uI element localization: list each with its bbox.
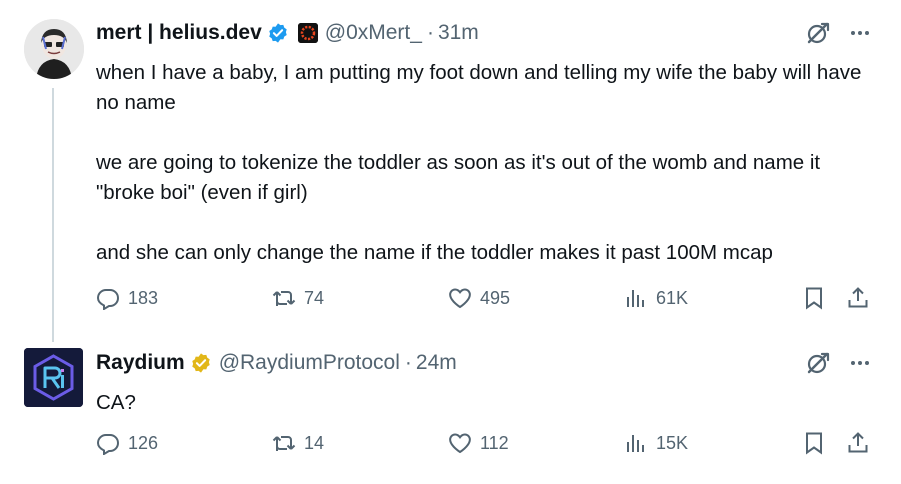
like-button[interactable]: 112 bbox=[448, 428, 509, 458]
tweet-text: when I have a baby, I am putting my foot… bbox=[96, 58, 876, 268]
gold-check-icon[interactable] bbox=[190, 352, 212, 374]
tweet-paragraph: when I have a baby, I am putting my foot… bbox=[96, 61, 862, 114]
tweet-header-actions bbox=[805, 350, 871, 376]
more-icon[interactable] bbox=[849, 22, 871, 44]
reply-icon bbox=[96, 289, 120, 310]
share-button[interactable] bbox=[846, 428, 870, 458]
tweet-actions: 183 74 495 61K bbox=[96, 283, 876, 313]
grok-icon[interactable] bbox=[805, 350, 831, 376]
blue-check-icon[interactable] bbox=[267, 22, 289, 44]
tweet-header-actions bbox=[805, 20, 871, 46]
tweet-actions: 126 14 112 15K bbox=[96, 428, 876, 458]
tweet-paragraph: we are going to tokenize the toddler as … bbox=[96, 151, 821, 204]
reply-count: 183 bbox=[128, 287, 159, 308]
separator-dot: · bbox=[404, 351, 412, 374]
bookmark-icon bbox=[806, 287, 822, 310]
like-button[interactable]: 495 bbox=[448, 283, 510, 313]
tweet-header: Raydium @RaydiumProtocol · 24m bbox=[96, 348, 457, 378]
tweet-paragraph: CA? bbox=[96, 391, 136, 414]
views-icon bbox=[627, 290, 644, 307]
author-handle[interactable]: @RaydiumProtocol bbox=[219, 351, 400, 375]
views-count: 61K bbox=[656, 287, 689, 308]
more-icon[interactable] bbox=[849, 352, 871, 374]
reply-button[interactable]: 126 bbox=[96, 428, 158, 458]
tweet-paragraph: and she can only change the name if the … bbox=[96, 241, 773, 264]
timestamp[interactable]: 24m bbox=[416, 351, 457, 375]
views-button[interactable]: 15K bbox=[624, 428, 688, 458]
tweet[interactable]: mert | helius.dev @0xMert_ · 31m when I … bbox=[0, 0, 901, 330]
heart-icon bbox=[449, 433, 471, 454]
tweet-header: mert | helius.dev @0xMert_ · 31m bbox=[96, 18, 479, 48]
views-count: 15K bbox=[656, 432, 689, 453]
grok-icon[interactable] bbox=[805, 20, 831, 46]
retweet-count: 14 bbox=[304, 432, 325, 453]
share-icon bbox=[848, 287, 868, 308]
retweet-count: 74 bbox=[304, 287, 325, 308]
tweet[interactable]: Raydium @RaydiumProtocol · 24m CA? 126 1… bbox=[0, 330, 901, 484]
share-icon bbox=[848, 432, 868, 453]
avatar[interactable] bbox=[24, 348, 83, 407]
retweet-button[interactable]: 14 bbox=[272, 428, 324, 458]
share-button[interactable] bbox=[846, 283, 870, 313]
bookmark-button[interactable] bbox=[802, 428, 826, 458]
author-handle[interactable]: @0xMert_ bbox=[325, 21, 422, 45]
like-count: 112 bbox=[480, 432, 509, 453]
avatar[interactable] bbox=[24, 19, 84, 79]
views-button[interactable]: 61K bbox=[624, 283, 688, 313]
retweet-icon bbox=[272, 436, 296, 451]
like-count: 495 bbox=[480, 287, 511, 308]
separator-dot: · bbox=[426, 21, 434, 44]
timestamp[interactable]: 31m bbox=[438, 21, 479, 45]
author-name[interactable]: Raydium bbox=[96, 351, 185, 375]
reply-button[interactable]: 183 bbox=[96, 283, 158, 313]
bookmark-icon bbox=[806, 432, 822, 455]
heart-icon bbox=[449, 288, 471, 309]
bookmark-button[interactable] bbox=[802, 283, 826, 313]
reply-count: 126 bbox=[128, 432, 159, 453]
author-name[interactable]: mert | helius.dev bbox=[96, 21, 262, 45]
retweet-icon bbox=[272, 291, 296, 306]
tweet-text: CA? bbox=[96, 388, 876, 418]
helius-org-badge-icon[interactable] bbox=[297, 23, 318, 43]
reply-icon bbox=[96, 434, 120, 455]
retweet-button[interactable]: 74 bbox=[272, 283, 324, 313]
views-icon bbox=[627, 435, 644, 452]
